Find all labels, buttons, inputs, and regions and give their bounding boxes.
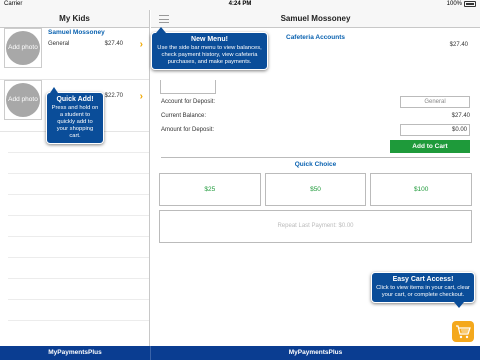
kid-row[interactable]: Add photo Samuel Mossoney General $27.40… [0,28,149,80]
repeat-last-payment-button[interactable]: Repeat Last Payment: $0.00 [159,210,472,243]
account-label: Account for Deposit: [161,99,216,105]
tab-bar-brand-left: MyPaymentsPlus [48,349,102,356]
empty-row [8,174,149,195]
kids-panel: My Kids Add photo Samuel Mossoney Genera… [0,10,150,346]
empty-row [8,237,149,258]
account-select[interactable]: General [400,96,470,108]
tooltip-body: Click to view items in your cart, clear … [376,285,470,299]
deposit-label: Amount for Deposit: [161,127,215,133]
empty-row [8,216,149,237]
status-bar: Carrier 4:24 PM 100% [0,0,480,10]
quick-choice-title: Quick Choice [294,161,337,168]
student-header: Samuel Mossoney [151,10,480,28]
menu-icon[interactable] [159,15,169,23]
account-box [160,80,216,94]
empty-row [8,279,149,300]
balance-row: Current Balance: $27.40 [161,110,470,122]
deposit-row: Amount for Deposit: $0.00 [161,124,470,136]
battery-icon [464,1,476,7]
clock: 4:24 PM [228,1,252,7]
kid-name: Samuel Mossoney [48,29,105,36]
shopping-cart-icon [456,324,471,338]
divider [161,157,470,158]
quick-amount-button[interactable]: $25 [159,173,261,206]
tooltip-title: Quick Add! [56,96,94,103]
kid-balance: $22.70 [104,93,123,99]
tooltip-title: Easy Cart Access! [392,276,454,283]
battery-percent: 100% [446,1,462,7]
kid-balance: $27.40 [104,41,123,47]
new-menu-tooltip: New Menu! Use the side bar menu to view … [151,26,268,71]
battery-status: 100% [447,1,476,7]
tab-bar-brand-right: MyPaymentsPlus [288,349,343,356]
chevron-right-icon: › [139,91,143,102]
tooltip-body: Press and hold on a student to quickly a… [51,105,99,140]
empty-row [8,153,149,174]
quick-amount-button[interactable]: $100 [370,173,473,206]
account-row: Account for Deposit: General [161,96,470,108]
empty-row [8,300,149,321]
cafeteria-amount: $27.40 [449,42,468,48]
balance-label: Current Balance: [161,113,207,119]
deposit-amount-input[interactable]: $0.00 [400,124,470,136]
add-photo-button[interactable]: Add photo [6,31,40,65]
empty-row [8,258,149,279]
tooltip-title: New Menu! [191,36,228,43]
easy-cart-tooltip: Easy Cart Access! Click to view items in… [371,272,475,309]
kids-panel-title: My Kids [0,10,149,28]
student-title: Samuel Mossoney [280,14,351,23]
quick-choice-grid: $25 $50 $100 [159,173,473,206]
cart-button[interactable] [452,321,474,342]
add-to-cart-button[interactable]: Add to Cart [390,140,470,153]
chevron-right-icon: › [139,39,143,50]
tab-bar: MyPaymentsPlus MyPaymentsPlus [0,346,480,360]
kid-plan: General [48,41,70,47]
tooltip-body: Use the side bar menu to view balances, … [157,45,262,66]
add-photo-button[interactable]: Add photo [6,83,40,117]
quick-amount-button[interactable]: $50 [264,173,367,206]
quick-add-tooltip: Quick Add! Press and hold on a student t… [46,86,104,145]
empty-row [8,195,149,216]
balance-value: $27.40 [451,113,470,119]
